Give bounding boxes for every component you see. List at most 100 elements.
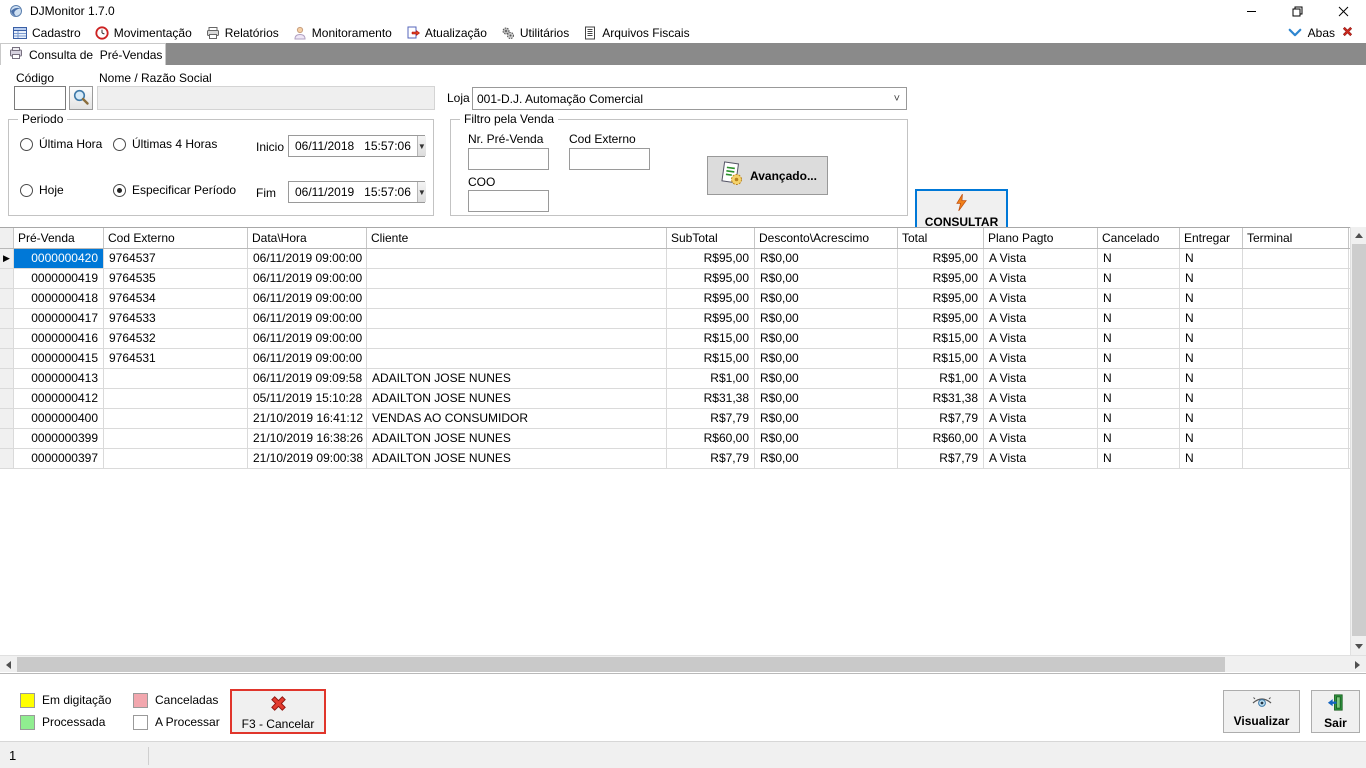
cell-desconto-acrescimo[interactable]: R$0,00 [755,329,898,348]
cell-total[interactable]: R$7,79 [898,409,984,428]
cell-cliente[interactable] [367,309,667,328]
cell-total[interactable]: R$7,79 [898,449,984,468]
minimize-button[interactable] [1228,0,1274,22]
cell-total[interactable]: R$95,00 [898,249,984,268]
menu-item-monitoramento[interactable]: Monitoramento [286,24,399,42]
cell-terminal[interactable] [1243,389,1349,408]
cell-cod-externo[interactable] [104,409,248,428]
cell-cod-externo[interactable]: 9764532 [104,329,248,348]
cell-terminal[interactable] [1243,329,1349,348]
cell-subtotal[interactable]: R$95,00 [667,269,755,288]
cell-cancelado[interactable]: N [1098,289,1180,308]
restore-button[interactable] [1274,0,1320,22]
close-button[interactable] [1320,0,1366,22]
chevron-down-icon[interactable] [1288,26,1302,40]
dropdown-arrow-icon[interactable]: ▼ [417,182,426,202]
cell-cliente[interactable] [367,249,667,268]
cell-pre-venda[interactable]: 0000000420 [14,249,104,268]
cell-cliente[interactable] [367,329,667,348]
cell-entregar[interactable]: N [1180,329,1243,348]
cell-terminal[interactable] [1243,289,1349,308]
cell-desconto-acrescimo[interactable]: R$0,00 [755,389,898,408]
radio-ultima-hora[interactable]: Última Hora [20,137,102,151]
cell-pre-venda[interactable]: 0000000397 [14,449,104,468]
cell-cancelado[interactable]: N [1098,349,1180,368]
cell-data-hora[interactable]: 21/10/2019 16:38:26 [248,429,367,448]
scroll-down-button[interactable] [1351,638,1366,655]
cell-total[interactable]: R$60,00 [898,429,984,448]
cell-total[interactable]: R$95,00 [898,309,984,328]
column-header-cancelado[interactable]: Cancelado [1098,228,1180,248]
cell-plano-pagto[interactable]: A Vista [984,269,1098,288]
cell-cod-externo[interactable] [104,449,248,468]
row-selector[interactable] [0,309,14,328]
cell-cod-externo[interactable] [104,369,248,388]
cell-plano-pagto[interactable]: A Vista [984,409,1098,428]
cell-entregar[interactable]: N [1180,289,1243,308]
cell-pre-venda[interactable]: 0000000416 [14,329,104,348]
cell-data-hora[interactable]: 06/11/2019 09:00:00 [248,249,367,268]
cell-cod-externo[interactable]: 9764534 [104,289,248,308]
avancado-button[interactable]: Avançado... [707,156,828,195]
cell-data-hora[interactable]: 06/11/2019 09:00:00 [248,289,367,308]
cell-plano-pagto[interactable]: A Vista [984,389,1098,408]
cell-cancelado[interactable]: N [1098,329,1180,348]
cell-cliente[interactable] [367,349,667,368]
column-header-total[interactable]: Total [898,228,984,248]
cell-cod-externo[interactable] [104,389,248,408]
cell-data-hora[interactable]: 06/11/2019 09:00:00 [248,309,367,328]
codigo-input[interactable] [14,86,66,110]
cell-plano-pagto[interactable]: A Vista [984,289,1098,308]
dropdown-arrow-icon[interactable]: ▼ [417,136,426,156]
loja-select[interactable]: 001-D.J. Automação Comercial ˅ [472,87,907,110]
cell-entregar[interactable]: N [1180,449,1243,468]
cell-total[interactable]: R$95,00 [898,289,984,308]
cell-pre-venda[interactable]: 0000000413 [14,369,104,388]
cell-cliente[interactable]: ADAILTON JOSE NUNES [367,389,667,408]
cell-pre-venda[interactable]: 0000000415 [14,349,104,368]
cell-entregar[interactable]: N [1180,349,1243,368]
row-selector[interactable] [0,329,14,348]
cell-terminal[interactable] [1243,429,1349,448]
cell-cod-externo[interactable]: 9764535 [104,269,248,288]
cell-subtotal[interactable]: R$95,00 [667,249,755,268]
cell-cliente[interactable] [367,289,667,308]
close-tab-icon[interactable] [1341,25,1354,41]
cell-terminal[interactable] [1243,369,1349,388]
cell-desconto-acrescimo[interactable]: R$0,00 [755,449,898,468]
cell-total[interactable]: R$31,38 [898,389,984,408]
row-selector[interactable] [0,429,14,448]
radio-hoje[interactable]: Hoje [20,183,64,197]
cell-cod-externo[interactable]: 9764531 [104,349,248,368]
cell-cod-externo[interactable]: 9764533 [104,309,248,328]
fim-datetime-field[interactable]: 06/11/2019 15:57:06 ▼ [288,181,425,203]
grid-vertical-scrollbar[interactable] [1350,227,1366,655]
cell-desconto-acrescimo[interactable]: R$0,00 [755,249,898,268]
cell-cliente[interactable]: VENDAS AO CONSUMIDOR [367,409,667,428]
scroll-up-button[interactable] [1351,227,1366,244]
scroll-right-button[interactable] [1349,656,1366,673]
column-header-plano-pagto[interactable]: Plano Pagto [984,228,1098,248]
cell-subtotal[interactable]: R$7,79 [667,449,755,468]
cell-cancelado[interactable]: N [1098,449,1180,468]
row-selector[interactable] [0,449,14,468]
cell-plano-pagto[interactable]: A Vista [984,329,1098,348]
cell-pre-venda[interactable]: 0000000418 [14,289,104,308]
cell-desconto-acrescimo[interactable]: R$0,00 [755,309,898,328]
column-header-pre-venda[interactable]: Pré-Venda [14,228,104,248]
cell-total[interactable]: R$95,00 [898,269,984,288]
cell-subtotal[interactable]: R$15,00 [667,349,755,368]
column-header-data-hora[interactable]: Data\Hora [248,228,367,248]
cell-cancelado[interactable]: N [1098,369,1180,388]
column-header-cod-externo[interactable]: Cod Externo [104,228,248,248]
cell-total[interactable]: R$15,00 [898,349,984,368]
cell-cancelado[interactable]: N [1098,389,1180,408]
row-selector[interactable] [0,409,14,428]
cell-total[interactable]: R$15,00 [898,329,984,348]
menu-item-movimentacao[interactable]: Movimentação [88,24,199,42]
column-header-terminal[interactable]: Terminal [1243,228,1349,248]
cell-total[interactable]: R$1,00 [898,369,984,388]
cell-pre-venda[interactable]: 0000000412 [14,389,104,408]
cell-cod-externo[interactable]: 9764537 [104,249,248,268]
cell-desconto-acrescimo[interactable]: R$0,00 [755,289,898,308]
